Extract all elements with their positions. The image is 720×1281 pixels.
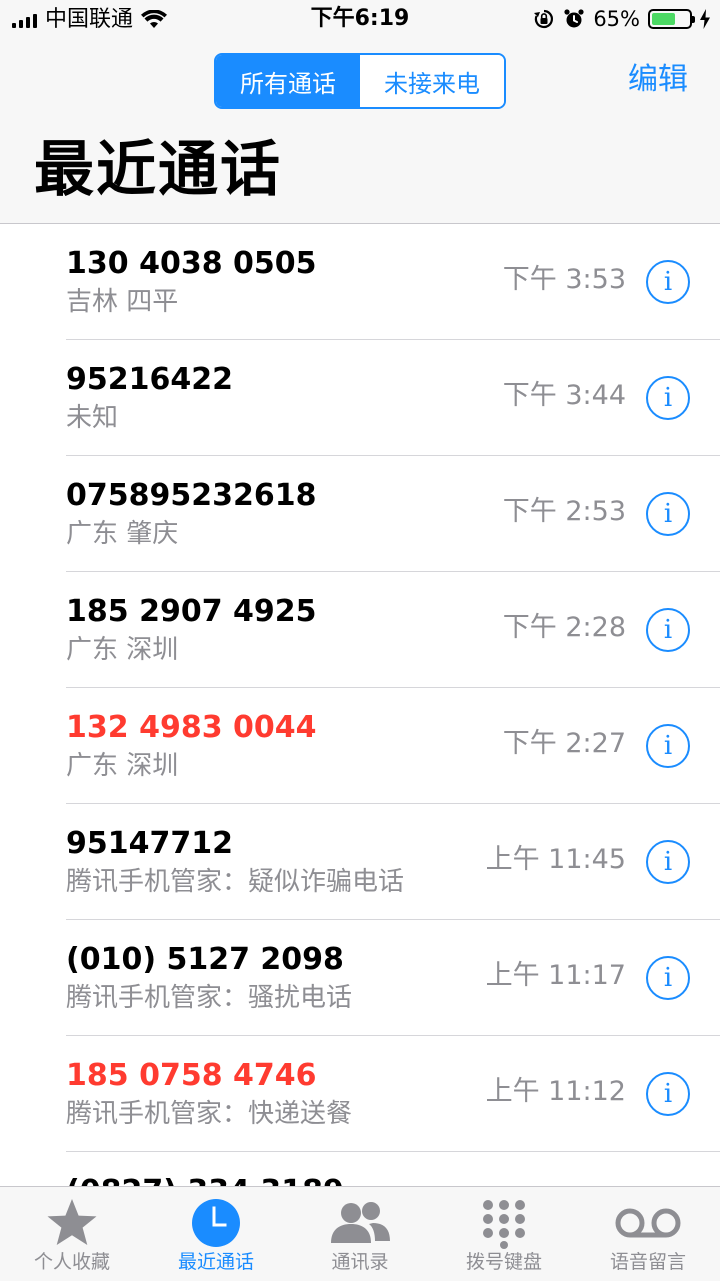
- tab-recents[interactable]: 最近通话: [144, 1187, 288, 1281]
- call-row[interactable]: 130 4038 0505 吉林 四平 下午 3:53 i: [0, 224, 720, 340]
- tab-voicemail[interactable]: 语音留言: [576, 1187, 720, 1281]
- call-location: 吉林 四平: [66, 287, 179, 317]
- call-filter-segmented-control: 所有通话 未接来电: [214, 53, 506, 109]
- call-location: 广东 肇庆: [66, 519, 179, 549]
- charging-bolt-icon: [700, 9, 710, 29]
- call-row[interactable]: (010) 5127 2098 腾讯手机管家：骚扰电话 上午 11:17 i: [0, 920, 720, 1036]
- call-number: (0827) 334 3189: [66, 1174, 344, 1186]
- tab-favorites[interactable]: 个人收藏: [0, 1187, 144, 1281]
- call-number: 95147712: [66, 826, 233, 861]
- info-icon[interactable]: i: [646, 492, 690, 536]
- call-number: 185 2907 4925: [66, 594, 317, 629]
- recent-calls-list: 130 4038 0505 吉林 四平 下午 3:53 i 95216422 未…: [0, 224, 720, 1186]
- segment-missed-calls[interactable]: 未接来电: [360, 55, 504, 107]
- call-number: 95216422: [66, 362, 233, 397]
- edit-button[interactable]: 编辑: [628, 60, 688, 100]
- call-time: 上午 11:17: [485, 960, 626, 991]
- orientation-lock-icon: [534, 9, 554, 29]
- call-row[interactable]: 185 0758 4746 腾讯手机管家：快递送餐 上午 11:12 i: [0, 1036, 720, 1152]
- contacts-icon: [331, 1202, 390, 1243]
- call-time: 下午 3:44: [502, 380, 626, 411]
- call-row[interactable]: (0827) 334 3189: [0, 1152, 720, 1186]
- call-time: 上午 11:45: [485, 844, 626, 875]
- keypad-icon: [483, 1200, 525, 1249]
- info-icon[interactable]: i: [646, 724, 690, 768]
- tab-label: 拨号键盘: [465, 1251, 542, 1273]
- call-time: 下午 2:28: [502, 612, 626, 643]
- info-icon[interactable]: i: [646, 608, 690, 652]
- clock-icon: [192, 1199, 240, 1247]
- battery-icon: [648, 9, 695, 29]
- segment-all-calls[interactable]: 所有通话: [216, 55, 360, 107]
- call-row[interactable]: 95216422 未知 下午 3:44 i: [0, 340, 720, 456]
- call-location: 广东 深圳: [66, 635, 179, 665]
- info-icon[interactable]: i: [646, 376, 690, 420]
- battery-percent: 65%: [593, 7, 640, 31]
- tab-keypad[interactable]: 拨号键盘: [432, 1187, 576, 1281]
- alarm-icon: [564, 9, 584, 28]
- tab-bar: 个人收藏 最近通话 通讯录 拨号键盘 语音留言: [0, 1186, 720, 1281]
- call-location: 广东 深圳: [66, 751, 179, 781]
- status-right: 65%: [533, 7, 710, 31]
- info-icon[interactable]: i: [646, 956, 690, 1000]
- info-icon[interactable]: i: [646, 840, 690, 884]
- call-time: 下午 3:53: [502, 264, 626, 295]
- call-number: (010) 5127 2098: [66, 942, 344, 977]
- tab-label: 个人收藏: [33, 1251, 110, 1273]
- tab-contacts[interactable]: 通讯录: [288, 1187, 432, 1281]
- star-icon: [47, 1199, 97, 1245]
- call-location: 腾讯手机管家：疑似诈骗电话: [66, 867, 405, 897]
- page-title: 最近通话: [34, 135, 282, 205]
- call-location: 未知: [66, 403, 119, 433]
- call-number-missed: 132 4983 0044: [66, 710, 317, 745]
- call-time: 下午 2:53: [502, 496, 626, 527]
- call-time: 上午 11:12: [485, 1076, 626, 1107]
- info-icon[interactable]: i: [646, 260, 690, 304]
- tab-label: 语音留言: [609, 1251, 686, 1273]
- status-bar: 中国联通 下午6:19 65%: [0, 0, 720, 40]
- call-location: 腾讯手机管家：骚扰电话: [66, 983, 353, 1013]
- call-number: 130 4038 0505: [66, 246, 317, 281]
- call-row[interactable]: 185 2907 4925 广东 深圳 下午 2:28 i: [0, 572, 720, 688]
- tab-label: 通讯录: [331, 1251, 389, 1273]
- info-icon[interactable]: i: [646, 1072, 690, 1116]
- call-time: 下午 2:27: [502, 728, 626, 759]
- call-row[interactable]: 075895232618 广东 肇庆 下午 2:53 i: [0, 456, 720, 572]
- tab-label: 最近通话: [177, 1251, 254, 1273]
- nav-header: 所有通话 未接来电 编辑 最近通话: [0, 40, 720, 224]
- call-location: 腾讯手机管家：快递送餐: [66, 1099, 353, 1129]
- call-number: 075895232618: [66, 478, 317, 513]
- call-number-missed: 185 0758 4746: [66, 1058, 317, 1093]
- voicemail-icon: [615, 1208, 681, 1238]
- call-row[interactable]: 95147712 腾讯手机管家：疑似诈骗电话 上午 11:45 i: [0, 804, 720, 920]
- call-row[interactable]: 132 4983 0044 广东 深圳 下午 2:27 i: [0, 688, 720, 804]
